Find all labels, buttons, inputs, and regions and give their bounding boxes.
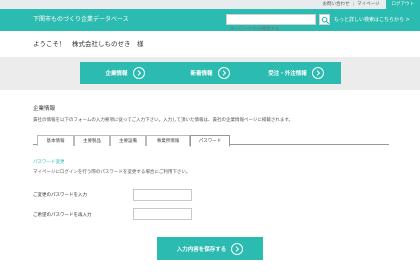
tab-products[interactable]: 主要製品 [74,135,110,146]
confirm-password-label: ご希望のパスワードを再入力 [33,213,92,218]
nav-news[interactable]: 新着情報 [165,62,255,84]
site-header: 下関市ものづくり企業データベース もっと詳しい検索はこちらから > [0,9,420,34]
contact-link[interactable]: お問い合わせ [320,0,353,9]
save-button-label: 入力内容を保存する [176,246,227,253]
password-description: マイページにログインを行う際のパスワードを変更する場合にご利用下さい。 [33,170,191,175]
password-title: パスワード変更 [33,160,65,165]
save-button[interactable]: 入力内容を保存する [157,237,263,260]
tab-password[interactable]: パスワード [190,135,230,147]
search-button[interactable] [319,14,330,25]
mypage-link[interactable]: マイページ [354,0,382,9]
utility-bar: お問い合わせ | マイページ ログアウト [0,0,420,9]
utility-links: お問い合わせ | マイページ ログアウト [320,0,420,9]
site-title[interactable]: 下関市ものづくり企業データベース [33,9,129,31]
search-input[interactable] [227,25,315,34]
tab-offices[interactable]: 事業所情報 [146,135,190,146]
current-password-label: ご変更のパスワードを入力 [33,193,87,198]
detail-search-link[interactable]: もっと詳しい検索はこちらから > [334,9,410,31]
chevron-right-icon [311,67,324,79]
search-box [226,14,316,34]
confirm-password-input[interactable] [133,208,192,220]
main-nav: 企業情報 新着情報 受注・外注情報 [0,57,420,90]
nav-company-info[interactable]: 企業情報 [80,62,170,84]
welcome-message: ようこそ！ 株式会社しものせき 様 [33,40,144,48]
tab-basic-info[interactable]: 基本情報 [37,135,74,146]
nav-orders[interactable]: 受注・外注情報 [251,62,341,84]
nav-label: 企業情報 [105,71,128,77]
nav-label: 新着情報 [190,71,213,77]
tab-bar: 基本情報 主要製品 主要設備 事業所情報 パスワード [33,133,389,147]
chevron-right-icon [217,67,230,79]
section-description: 貴社の情報を以下のフォームの入力要項に従ってご入力下さい。入力して頂いた情報は、… [33,118,293,123]
chevron-right-icon [132,67,145,79]
search-icon [321,16,330,25]
current-password-input[interactable] [133,189,192,201]
chevron-right-icon [231,242,244,255]
section-title: 企業情報 [33,106,56,112]
nav-label: 受注・外注情報 [268,71,307,77]
logout-button[interactable]: ログアウト [385,0,420,9]
tab-equipment[interactable]: 主要設備 [110,135,146,146]
